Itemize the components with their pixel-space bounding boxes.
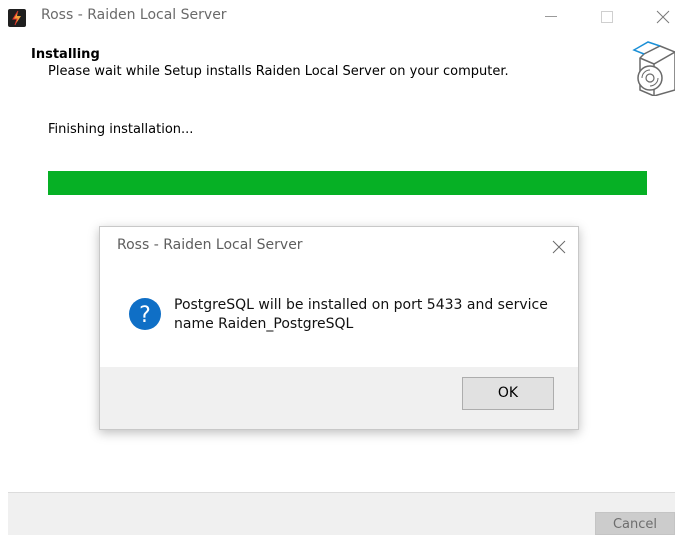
question-icon: ? bbox=[129, 298, 161, 330]
close-icon bbox=[656, 10, 670, 24]
progress-fill bbox=[48, 171, 647, 195]
section-subtitle: Please wait while Setup installs Raiden … bbox=[48, 64, 509, 79]
app-icon bbox=[8, 9, 26, 27]
minimize-icon bbox=[545, 16, 557, 17]
section-title: Installing bbox=[31, 47, 100, 62]
ok-button[interactable]: OK bbox=[462, 377, 554, 410]
title-bar[interactable]: Ross - Raiden Local Server bbox=[0, 0, 675, 36]
status-text: Finishing installation... bbox=[48, 122, 194, 137]
close-icon bbox=[552, 240, 566, 254]
dialog-title: Ross - Raiden Local Server bbox=[117, 237, 303, 253]
minimize-button[interactable] bbox=[529, 0, 575, 32]
close-button[interactable] bbox=[637, 0, 675, 32]
dialog-message: PostgreSQL will be installed on port 543… bbox=[174, 297, 548, 332]
maximize-icon bbox=[601, 11, 613, 23]
maximize-button[interactable] bbox=[585, 0, 631, 32]
dialog-footer: OK bbox=[100, 367, 578, 429]
message-dialog: Ross - Raiden Local Server ? PostgreSQL … bbox=[99, 226, 579, 430]
dialog-close-button[interactable] bbox=[547, 235, 571, 259]
cancel-button[interactable]: Cancel bbox=[595, 512, 675, 535]
progress-bar bbox=[48, 171, 647, 195]
window-title: Ross - Raiden Local Server bbox=[41, 7, 227, 23]
install-box-icon bbox=[632, 41, 675, 96]
footer bbox=[8, 493, 675, 535]
svg-text:?: ? bbox=[139, 303, 151, 328]
installer-window: Ross - Raiden Local Server Installing Pl… bbox=[0, 0, 675, 535]
